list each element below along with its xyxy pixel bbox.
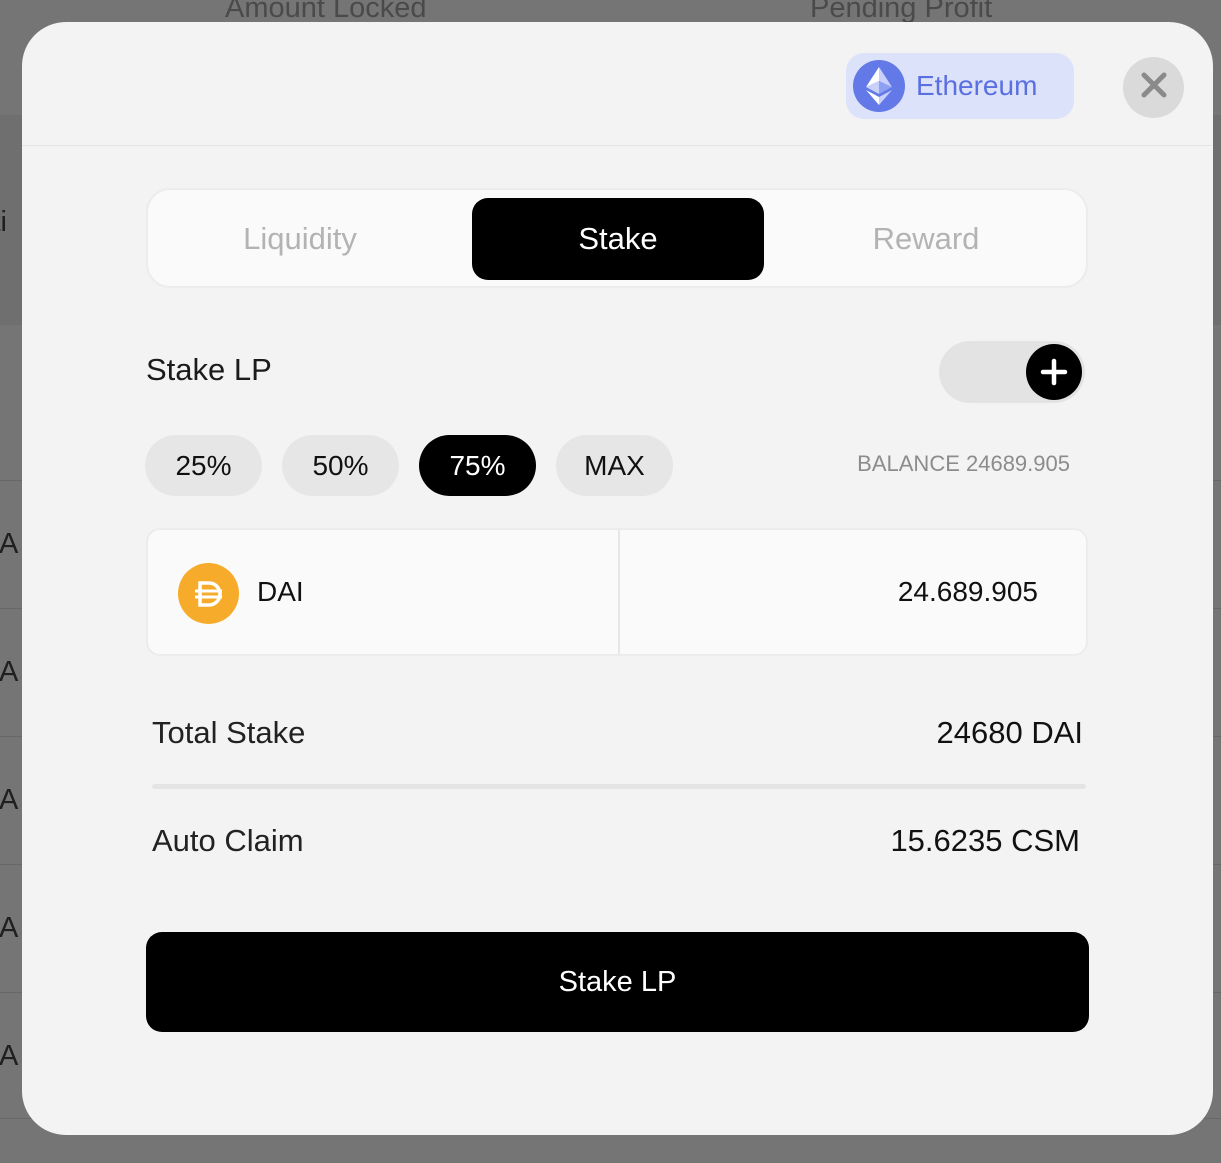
tab-stake[interactable]: Stake — [472, 198, 764, 280]
amount-input-box: DAI — [146, 528, 1088, 656]
percent-max-button[interactable]: MAX — [556, 435, 673, 496]
dai-icon — [178, 563, 239, 624]
plus-icon — [1026, 344, 1082, 400]
ethereum-icon — [853, 60, 905, 112]
amount-input[interactable] — [622, 560, 1038, 624]
stake-lp-button[interactable]: Stake LP — [146, 932, 1089, 1032]
section-title: Stake LP — [146, 352, 272, 387]
background-row-label: DA — [0, 912, 19, 944]
tab-reward[interactable]: Reward — [780, 198, 1072, 280]
token-symbol: DAI — [257, 576, 304, 607]
summary-divider — [152, 784, 1086, 789]
auto-claim-value: 15.6235 CSM — [890, 823, 1080, 858]
tab-liquidity[interactable]: Liquidity — [154, 198, 446, 280]
modal-header: Ethereum — [22, 22, 1213, 146]
network-selector[interactable]: Ethereum — [846, 53, 1074, 119]
percent-50-button[interactable]: 50% — [282, 435, 399, 496]
total-stake-value: 24680 DAI — [936, 715, 1084, 750]
background-row-label: cti — [0, 206, 7, 238]
background-row-label: DA — [0, 784, 19, 816]
tab-bar: Liquidity Stake Reward — [146, 188, 1088, 288]
background-row-label: DA — [0, 656, 19, 688]
auto-claim-label: Auto Claim — [152, 823, 304, 858]
total-stake-label: Total Stake — [152, 715, 306, 750]
close-icon — [1141, 72, 1167, 103]
stake-toggle[interactable] — [939, 341, 1085, 403]
percent-25-button[interactable]: 25% — [145, 435, 262, 496]
stake-modal: Ethereum Liquidity Stake Reward Stake LP… — [22, 22, 1213, 1135]
network-label: Ethereum — [916, 70, 1038, 101]
close-button[interactable] — [1123, 57, 1184, 118]
percent-75-button[interactable]: 75% — [419, 435, 536, 496]
background-row-label: DA — [0, 1040, 19, 1072]
balance-label: BALANCE 24689.905 — [857, 451, 1070, 476]
input-divider — [618, 530, 620, 654]
background-row-label: DA — [0, 528, 19, 560]
